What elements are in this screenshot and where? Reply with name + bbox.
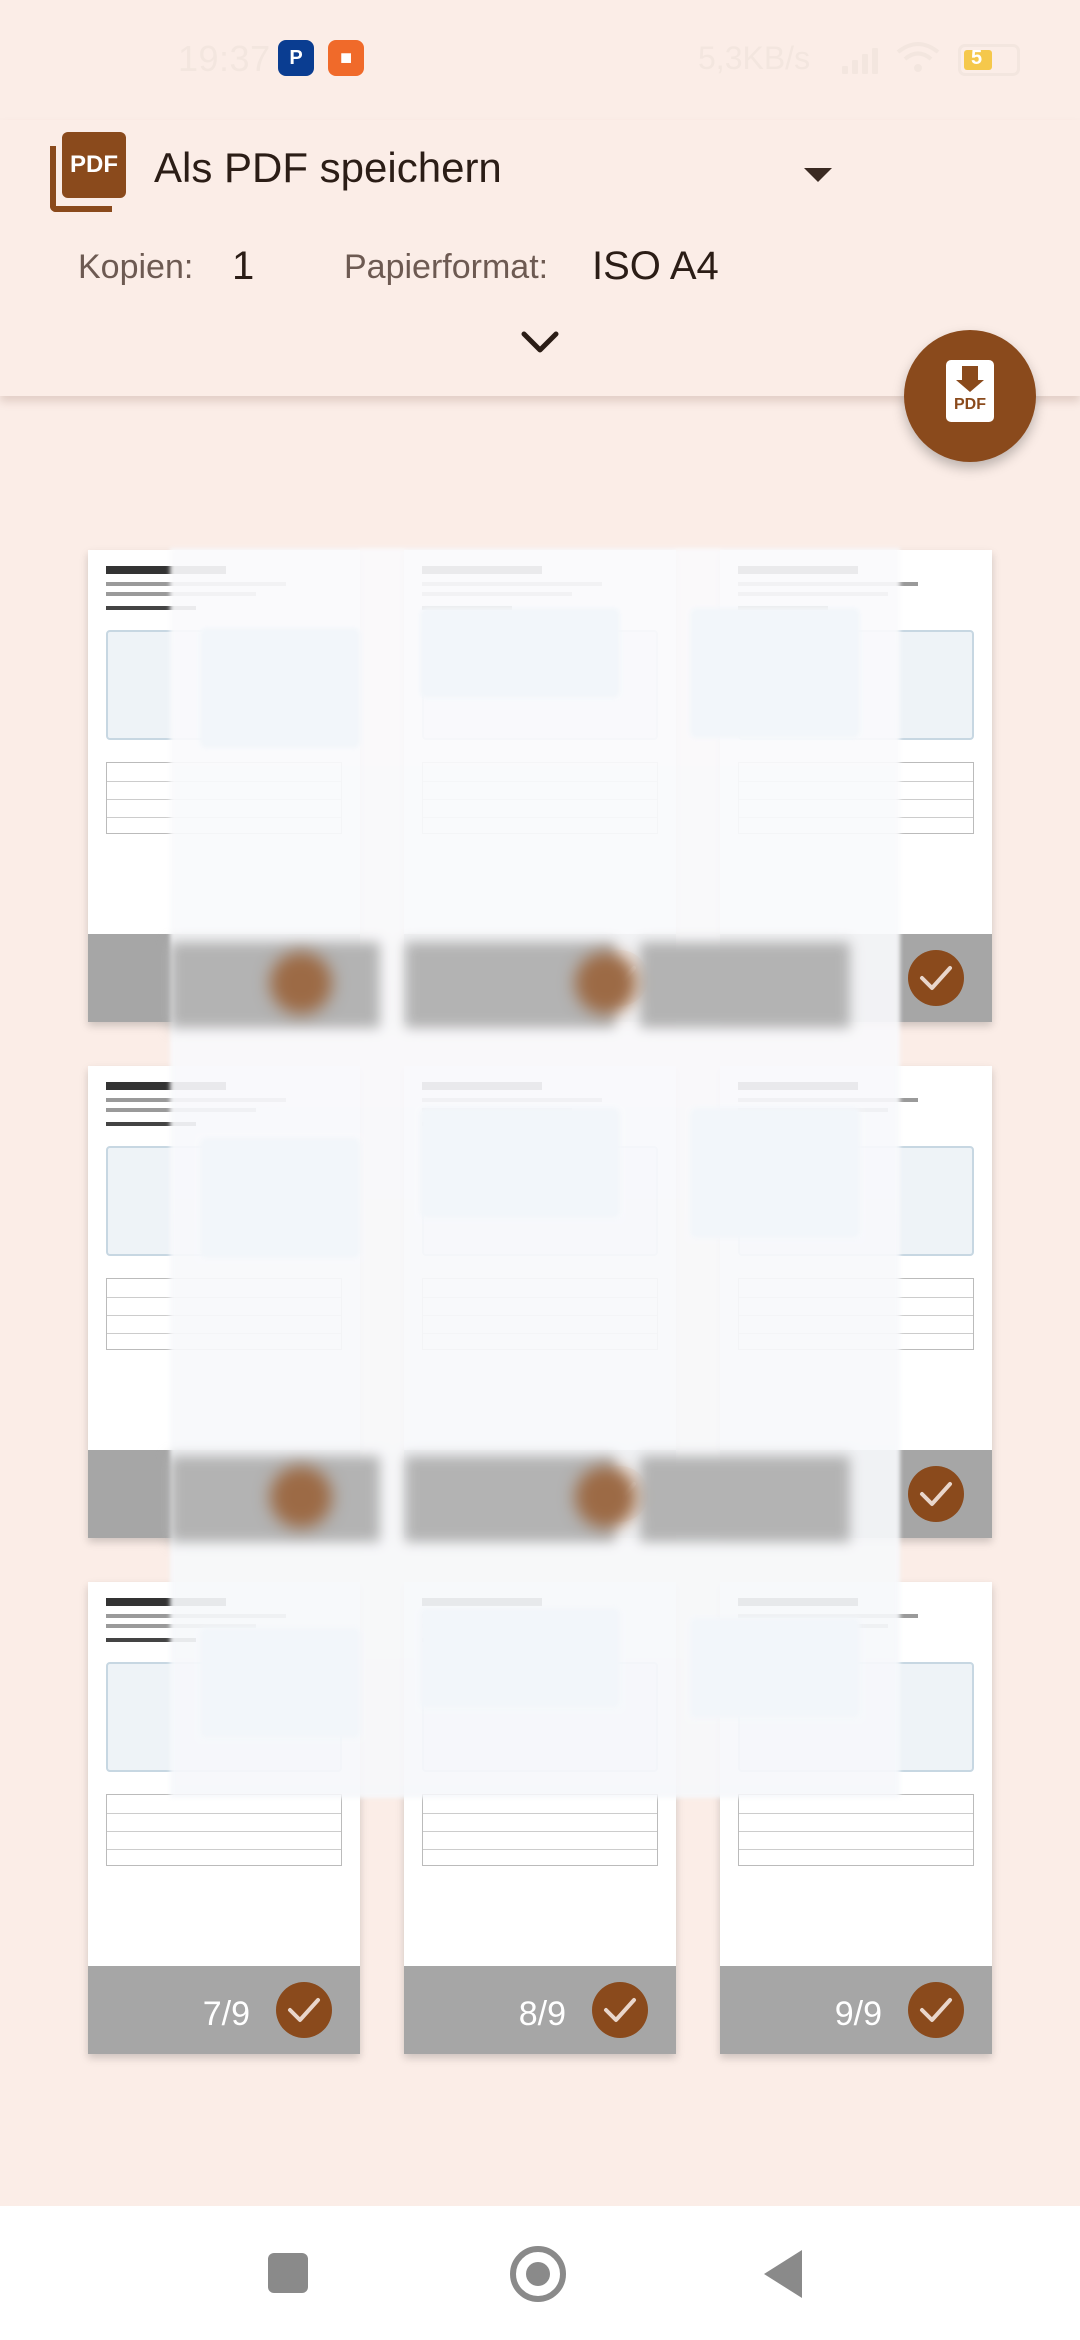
- pdf-printer-icon: PDF: [50, 132, 126, 214]
- back-button[interactable]: [764, 2250, 802, 2298]
- paypal-icon: P: [278, 40, 314, 76]
- video-icon: ■: [328, 40, 364, 76]
- caret-down-icon: [804, 168, 832, 182]
- printer-name[interactable]: Als PDF speichern: [154, 144, 502, 192]
- copies-value[interactable]: 1: [232, 244, 254, 289]
- checkmark-icon[interactable]: [908, 1466, 964, 1522]
- home-button[interactable]: [510, 2246, 566, 2302]
- page-number: 7/9: [202, 1995, 250, 2033]
- checkmark-icon[interactable]: [908, 1982, 964, 2038]
- status-time: 19:37: [178, 38, 271, 79]
- printer-dropdown-button[interactable]: [790, 150, 846, 200]
- page-number: 8/9: [518, 1995, 566, 2033]
- navigation-bar: [0, 2206, 1080, 2340]
- status-bar: 19:37 P ■ 5,3KB/s 5: [0, 0, 1080, 120]
- chevron-down-icon[interactable]: [514, 320, 566, 364]
- checkmark-icon[interactable]: [908, 950, 964, 1006]
- battery-level: 5: [971, 47, 983, 69]
- signal-icon: [842, 48, 882, 74]
- blurred-region: [170, 548, 900, 1798]
- page-number: 9/9: [834, 1995, 882, 2033]
- page-footer: 7/9: [88, 1966, 360, 2054]
- network-speed: 5,3KB/s: [698, 40, 811, 76]
- paper-size-label: Papierformat:: [344, 248, 549, 286]
- recents-button[interactable]: [268, 2253, 308, 2293]
- page-footer: 8/9: [404, 1966, 676, 2054]
- page-footer: 9/9: [720, 1966, 992, 2054]
- download-pdf-button[interactable]: PDF: [904, 330, 1036, 462]
- checkmark-icon[interactable]: [592, 1982, 648, 2038]
- paper-size-value[interactable]: ISO A4: [592, 244, 719, 289]
- checkmark-icon[interactable]: [276, 1982, 332, 2038]
- copies-label: Kopien:: [78, 248, 194, 286]
- wifi-icon: [896, 42, 940, 72]
- battery-icon: 5: [958, 44, 1020, 76]
